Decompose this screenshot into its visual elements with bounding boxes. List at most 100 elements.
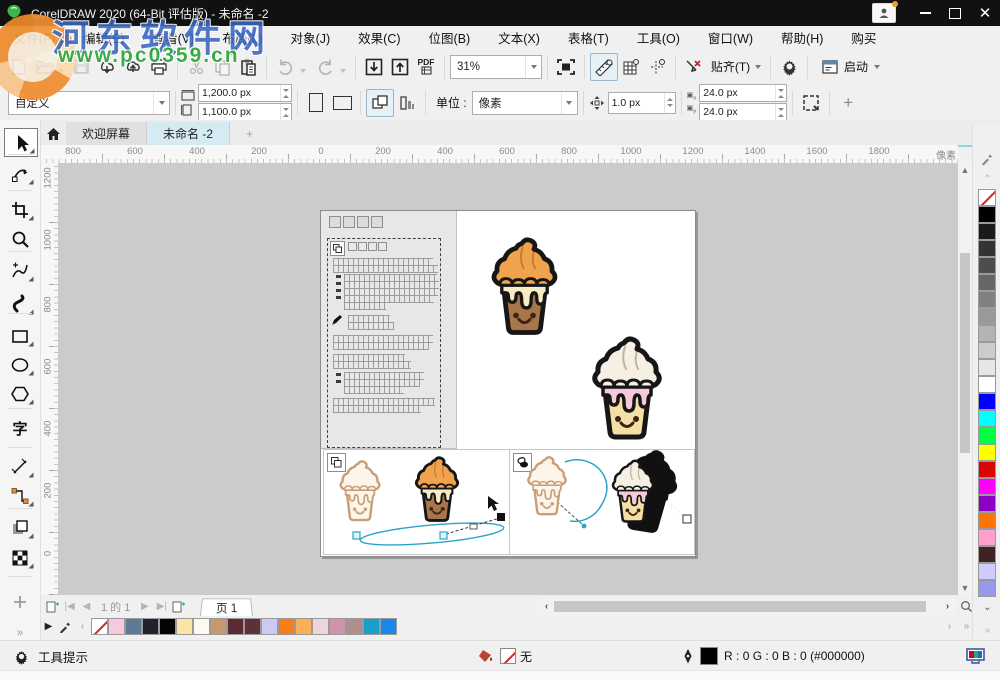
color-swatch[interactable] — [978, 529, 996, 546]
open-dropdown[interactable] — [58, 69, 64, 73]
menu-item-12[interactable]: 购买 — [837, 26, 890, 49]
print-button[interactable] — [146, 54, 172, 80]
color-swatch[interactable] — [978, 478, 996, 495]
redo-dropdown[interactable] — [340, 69, 346, 73]
add-property-button[interactable]: + — [835, 90, 861, 116]
color-swatch[interactable] — [978, 342, 996, 359]
add-page-end-button[interactable] — [170, 599, 187, 615]
page-1-tab[interactable]: 页 1 — [200, 598, 253, 616]
color-swatch[interactable] — [978, 495, 996, 512]
scroll-right-arrow[interactable]: › — [939, 599, 956, 615]
fill-status-icon[interactable] — [478, 648, 496, 664]
scroll-down-arrow[interactable]: ▼ — [958, 581, 972, 595]
nudge-field[interactable]: 1.0 px — [608, 92, 676, 114]
vertical-scrollbar[interactable]: ▲ ▼ — [958, 163, 972, 595]
color-swatch[interactable] — [978, 580, 996, 597]
horizontal-ruler[interactable]: 像素80060040020002004006008001000120014001… — [40, 145, 958, 164]
pick-tool[interactable] — [4, 128, 38, 157]
menu-item-6[interactable]: 位图(B) — [415, 26, 485, 49]
menu-item-11[interactable]: 帮助(H) — [767, 26, 837, 49]
color-swatch[interactable] — [978, 376, 996, 393]
color-swatch-none[interactable] — [91, 618, 108, 635]
all-pages-button[interactable] — [366, 89, 394, 117]
color-swatch-none[interactable] — [978, 189, 996, 206]
color-swatch[interactable] — [978, 359, 996, 376]
landscape-button[interactable] — [329, 90, 355, 116]
show-guidelines-toggle[interactable] — [644, 54, 670, 80]
cupcake-orange[interactable] — [477, 236, 572, 342]
menu-item-7[interactable]: 文本(X) — [484, 26, 554, 49]
drawing-canvas[interactable] — [58, 163, 958, 595]
add-page-start-button[interactable] — [44, 599, 61, 615]
export-button[interactable] — [387, 54, 413, 80]
menu-item-10[interactable]: 窗口(W) — [694, 26, 767, 49]
dimension-tool[interactable] — [4, 453, 36, 480]
crop-tool[interactable] — [4, 196, 36, 223]
color-swatch[interactable] — [176, 618, 193, 635]
color-proof-settings-icon[interactable] — [962, 643, 988, 669]
menu-item-5[interactable]: 效果(C) — [344, 26, 414, 49]
snap-to-button[interactable]: 贴齐(T) — [707, 54, 765, 80]
previous-page-button[interactable]: ◀ — [78, 599, 95, 615]
publish-pdf-button[interactable]: PDF — [413, 54, 439, 80]
color-eyedropper-icon[interactable] — [979, 150, 996, 166]
tab-welcome-screen[interactable]: 欢迎屏幕 — [66, 122, 147, 145]
treat-as-filled-button[interactable] — [798, 90, 824, 116]
palette-scroll-right[interactable]: › — [941, 619, 958, 635]
palette-scroll-left[interactable]: ‹ — [74, 619, 91, 635]
color-swatch[interactable] — [159, 618, 176, 635]
page-width-field[interactable]: 1,200.0 px — [198, 84, 292, 102]
color-swatch[interactable] — [346, 618, 363, 635]
duplicate-x-field[interactable]: 24.0 px — [699, 84, 787, 102]
color-swatch[interactable] — [261, 618, 278, 635]
palette-expand-button[interactable]: » — [979, 622, 996, 638]
redo-button[interactable] — [312, 54, 338, 80]
close-button[interactable]: ✕ — [970, 2, 1000, 24]
connector-tool[interactable] — [4, 482, 36, 509]
undo-dropdown[interactable] — [300, 69, 306, 73]
tab-untitled-2[interactable]: 未命名 -2 — [147, 122, 230, 145]
customize-plus-tool[interactable] — [4, 588, 36, 615]
polygon-tool[interactable] — [4, 380, 36, 407]
color-swatch[interactable] — [978, 240, 996, 257]
next-page-button[interactable]: ▶ — [136, 599, 153, 615]
color-swatch[interactable] — [978, 427, 996, 444]
color-swatch[interactable] — [108, 618, 125, 635]
menu-item-1[interactable]: 编辑(E) — [69, 26, 139, 49]
color-swatch[interactable] — [295, 618, 312, 635]
units-combo[interactable]: 像素 — [472, 91, 578, 115]
color-swatch[interactable] — [244, 618, 261, 635]
open-button[interactable] — [32, 54, 58, 80]
menu-item-8[interactable]: 表格(T) — [554, 26, 623, 49]
page-preset-dropdown[interactable] — [153, 92, 169, 114]
menu-item-3[interactable]: 布局(L) — [208, 26, 276, 49]
status-gear-icon[interactable] — [8, 643, 34, 669]
page-height-field[interactable]: 1,100.0 px — [198, 103, 292, 121]
show-rulers-toggle[interactable] — [590, 53, 618, 81]
fullscreen-preview-button[interactable] — [553, 54, 579, 80]
zoom-level-combo[interactable]: 31% — [450, 55, 542, 79]
vertical-ruler[interactable]: 120010008006004002000 — [40, 163, 59, 595]
scroll-left-arrow[interactable]: ‹ — [538, 599, 555, 615]
units-dropdown[interactable] — [561, 92, 577, 114]
save-button[interactable] — [68, 54, 94, 80]
new-document-button[interactable] — [6, 54, 32, 80]
ellipse-tool[interactable] — [4, 351, 36, 378]
color-swatch[interactable] — [142, 618, 159, 635]
current-page-button[interactable] — [394, 90, 420, 116]
last-page-button[interactable]: ▶| — [153, 599, 170, 615]
rectangle-tool[interactable] — [4, 322, 36, 349]
launcher-button[interactable]: 启动 — [813, 54, 889, 80]
color-swatch[interactable] — [978, 410, 996, 427]
color-swatch[interactable] — [227, 618, 244, 635]
color-swatch[interactable] — [978, 393, 996, 410]
duplicate-y-field[interactable]: 24.0 px — [699, 103, 787, 121]
freehand-tool[interactable] — [4, 257, 36, 284]
shape-tool[interactable] — [4, 160, 36, 187]
text-tool[interactable]: 字 — [4, 415, 36, 442]
copy-button[interactable] — [209, 54, 235, 80]
color-swatch[interactable] — [210, 618, 227, 635]
menu-item-9[interactable]: 工具(O) — [623, 26, 694, 49]
save-to-cloud-button[interactable] — [120, 54, 146, 80]
color-swatch[interactable] — [978, 274, 996, 291]
